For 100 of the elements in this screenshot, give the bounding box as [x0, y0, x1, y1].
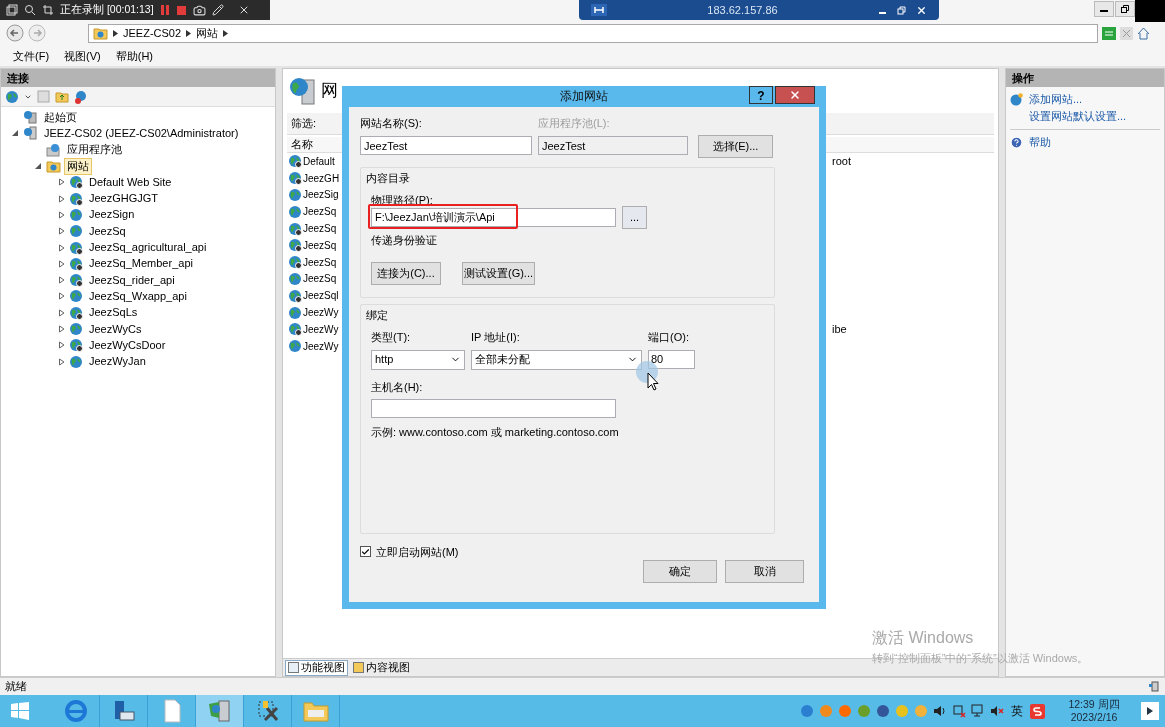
- action-link[interactable]: 添加网站...: [1029, 91, 1083, 108]
- tree-item[interactable]: JeezSq_Wxapp_api: [86, 287, 190, 305]
- expand-arrow-icon[interactable]: [57, 341, 66, 350]
- expand-arrow-icon[interactable]: [57, 210, 66, 219]
- speaker-icon[interactable]: [933, 704, 947, 718]
- stop-icon[interactable]: [175, 4, 187, 16]
- expand-arrow-icon[interactable]: [57, 259, 66, 268]
- tree-item[interactable]: Default Web Site: [86, 173, 175, 191]
- crop-icon[interactable]: [42, 4, 54, 16]
- site-name[interactable]: JeezSq: [303, 237, 337, 253]
- site-name[interactable]: JeezSq: [303, 254, 337, 270]
- expand-arrow-icon[interactable]: [57, 292, 66, 301]
- disconnect-icon[interactable]: [74, 89, 88, 104]
- monitor-icon[interactable]: [971, 704, 985, 718]
- site-name[interactable]: JeezWy: [303, 321, 339, 337]
- restore-button[interactable]: [1115, 1, 1135, 17]
- stop-icon[interactable]: [1120, 26, 1133, 40]
- site-name[interactable]: JeezSql: [303, 288, 339, 304]
- breadcrumb[interactable]: 网站: [196, 24, 219, 42]
- zoom-icon[interactable]: [24, 4, 36, 16]
- tree-item[interactable]: JeezSqLs: [86, 304, 141, 322]
- restore-icon[interactable]: [897, 5, 906, 15]
- input-method[interactable]: 英: [1009, 702, 1025, 720]
- close-icon[interactable]: [916, 4, 927, 16]
- breadcrumb-arrow-icon[interactable]: [186, 29, 192, 37]
- minimize-button[interactable]: [1094, 1, 1114, 17]
- notifications-button[interactable]: [1141, 702, 1159, 720]
- expand-arrow-icon[interactable]: [57, 243, 66, 252]
- tree-item[interactable]: JeezSq: [86, 222, 129, 240]
- site-name[interactable]: JeezSig: [303, 187, 339, 203]
- physical-path-field[interactable]: F:\JeezJan\培训演示\Api: [371, 208, 616, 227]
- expand-arrow-icon[interactable]: [57, 357, 66, 366]
- site-name[interactable]: JeezSq: [303, 221, 337, 237]
- muted-speaker-icon[interactable]: [990, 704, 1004, 718]
- sogou-icon[interactable]: [1030, 703, 1045, 719]
- expand-arrow-icon[interactable]: [57, 308, 66, 317]
- test-settings-button[interactable]: 测试设置(G)...: [462, 261, 535, 285]
- tree-item[interactable]: 起始页: [41, 108, 80, 126]
- tree-item[interactable]: JeezSq_Member_api: [86, 255, 196, 273]
- site-name[interactable]: JeezWy: [303, 305, 339, 321]
- view-tab[interactable]: 内容视图: [350, 659, 413, 676]
- window-icon[interactable]: [6, 4, 18, 16]
- view-tab[interactable]: 功能视图: [285, 659, 348, 676]
- tree-item[interactable]: 网站: [64, 157, 92, 175]
- browse-button[interactable]: ...: [622, 206, 647, 229]
- connect-as-button[interactable]: 连接为(C)...: [371, 261, 441, 285]
- tree-item[interactable]: JeezGHGJGT: [86, 190, 162, 208]
- tree-item[interactable]: 应用程序池: [64, 141, 125, 159]
- cancel-button[interactable]: 取消: [725, 560, 804, 583]
- refresh-icon[interactable]: [1102, 26, 1116, 40]
- site-name[interactable]: JeezSq: [303, 204, 337, 220]
- start-windows-icon[interactable]: [10, 701, 30, 721]
- folder-up-icon[interactable]: [55, 90, 69, 103]
- action-link[interactable]: 帮助: [1029, 134, 1051, 151]
- pencil-icon[interactable]: [211, 4, 224, 16]
- help-button[interactable]: ?: [749, 86, 773, 104]
- tree-item[interactable]: JEEZ-CS02 (JEEZ-CS02\Administrator): [41, 124, 242, 142]
- action-link[interactable]: 设置网站默认设置...: [1029, 108, 1127, 125]
- breadcrumb-arrow-icon[interactable]: [113, 29, 118, 37]
- site-name[interactable]: Default: [303, 153, 335, 169]
- pin-icon[interactable]: [591, 4, 607, 16]
- address-bar[interactable]: JEEZ-CS02 网站: [88, 23, 1098, 43]
- host-name-field[interactable]: [371, 399, 616, 418]
- pause-icon[interactable]: [159, 4, 170, 16]
- expand-arrow-icon[interactable]: [57, 325, 66, 333]
- tree-item[interactable]: JeezWyCs: [86, 320, 145, 338]
- site-name[interactable]: JeezWy: [303, 338, 339, 354]
- breadcrumb-arrow-icon[interactable]: [223, 29, 229, 37]
- collapse-arrow-icon[interactable]: [34, 162, 43, 171]
- ok-button[interactable]: 确定: [643, 560, 717, 583]
- site-name[interactable]: JeezSq: [303, 271, 337, 287]
- menu-item[interactable]: 帮助(H): [115, 47, 153, 65]
- menu-item[interactable]: 视图(V): [64, 47, 101, 65]
- close-button[interactable]: [775, 86, 815, 104]
- home-icon[interactable]: [1137, 26, 1150, 40]
- clock[interactable]: 12:39 周四 2023/2/16: [1064, 698, 1124, 724]
- port-field[interactable]: 80: [648, 349, 695, 369]
- tree-item[interactable]: JeezWyJan: [86, 353, 149, 371]
- expand-arrow-icon[interactable]: [57, 276, 66, 285]
- tree-item[interactable]: JeezWyCsDoor: [86, 336, 169, 354]
- expand-arrow-icon[interactable]: [57, 178, 66, 187]
- tree-item[interactable]: JeezSign: [86, 206, 138, 224]
- collapse-arrow-icon[interactable]: [11, 129, 20, 138]
- select-button[interactable]: 选择(E)...: [698, 135, 773, 158]
- tray-icon[interactable]: [876, 704, 890, 718]
- column-header[interactable]: 名称: [291, 136, 313, 153]
- checkbox-label[interactable]: 立即启动网站(M): [376, 543, 459, 560]
- expand-arrow-icon[interactable]: [57, 227, 66, 236]
- network-icon[interactable]: [952, 704, 966, 718]
- site-name[interactable]: JeezGH: [303, 170, 340, 186]
- site-name-field[interactable]: JeezTest: [360, 136, 532, 155]
- breadcrumb[interactable]: JEEZ-CS02: [123, 24, 182, 42]
- expand-arrow-icon[interactable]: [57, 194, 66, 203]
- ip-address-select[interactable]: 全部未分配: [471, 349, 642, 370]
- tree-item[interactable]: JeezSq_agricultural_api: [86, 239, 210, 257]
- camera-icon[interactable]: [192, 3, 206, 17]
- type-select[interactable]: http: [371, 349, 465, 370]
- checkbox[interactable]: [360, 546, 371, 558]
- tree-item[interactable]: JeezSq_rider_api: [86, 271, 178, 289]
- menu-item[interactable]: 文件(F): [13, 47, 50, 65]
